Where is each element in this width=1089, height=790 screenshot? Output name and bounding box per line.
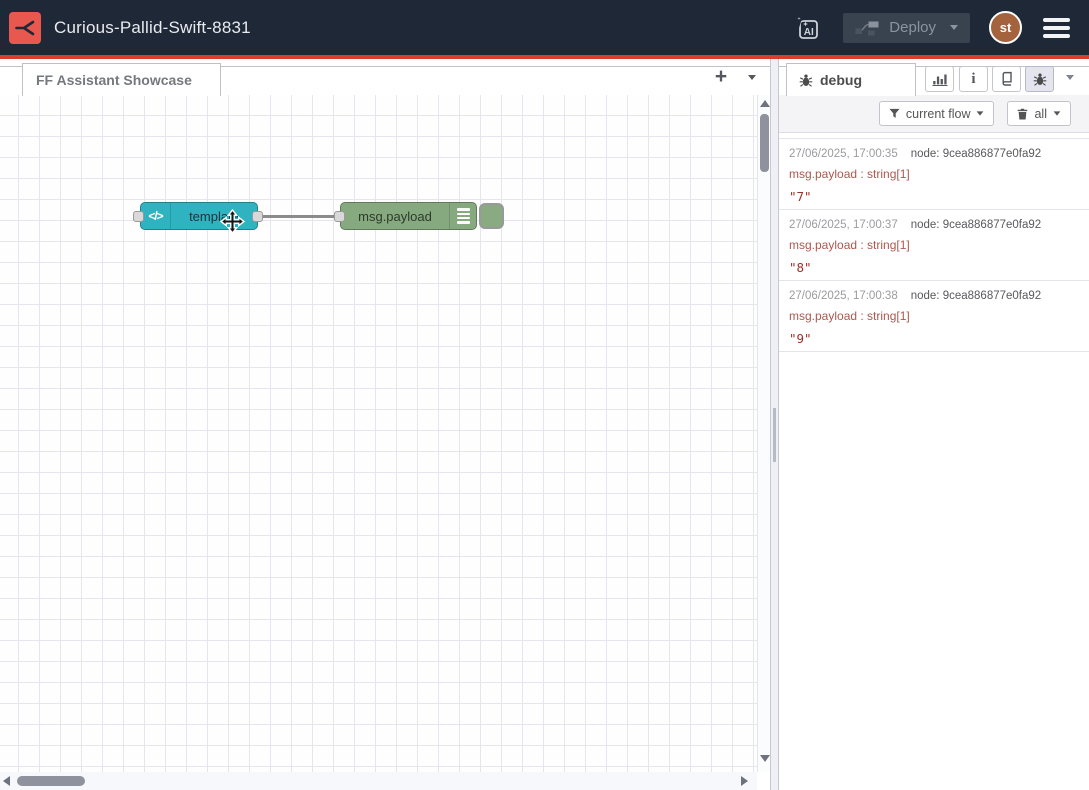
debug-toolbar: current flow all (779, 95, 1089, 133)
sidebar-button-debug[interactable] (1025, 66, 1054, 92)
message-payload-path[interactable]: msg.payload : string[1] (789, 167, 1079, 181)
debug-message: 27/06/2025, 17:00:37 node: 9cea886877e0fa… (779, 210, 1089, 281)
bar-chart-icon (932, 72, 948, 86)
message-node-id: node: 9cea886877e0fa92 (911, 148, 1041, 160)
sidebar: debug i current flow (779, 59, 1089, 790)
message-value: "7" (789, 189, 1079, 204)
template-code-icon: </> (141, 203, 171, 229)
deploy-options-caret[interactable] (950, 25, 958, 30)
debug-lines-icon (449, 203, 476, 229)
workspace-tab-strip: FF Assistant Showcase + (0, 59, 770, 95)
message-node-id: node: 9cea886877e0fa92 (911, 290, 1041, 302)
scroll-left-arrow[interactable] (3, 776, 10, 786)
clear-caret (1054, 111, 1061, 115)
node-debug[interactable]: msg.payload (340, 202, 477, 230)
funnel-icon (889, 108, 900, 119)
template-output-port[interactable] (252, 211, 263, 222)
debug-input-port[interactable] (334, 211, 345, 222)
instance-title: Curious-Pallid-Swift-8831 (54, 18, 251, 38)
hamburger-menu-icon (1043, 18, 1070, 22)
bug-icon (799, 73, 813, 88)
message-payload-path[interactable]: msg.payload : string[1] (789, 309, 1079, 323)
message-timestamp: 27/06/2025, 17:00:37 (789, 219, 898, 231)
deploy-pipeline-icon (855, 20, 879, 36)
canvas-vertical-scrollbar[interactable] (757, 95, 770, 772)
main-menu-button[interactable] (1041, 14, 1072, 42)
message-payload-path[interactable]: msg.payload : string[1] (789, 238, 1079, 252)
trash-icon (1017, 108, 1028, 120)
workspace-tab-label: FF Assistant Showcase (36, 72, 192, 88)
vertical-scroll-thumb[interactable] (760, 114, 769, 172)
debug-filter-label: current flow (906, 107, 971, 121)
deploy-label: Deploy (889, 19, 936, 36)
canvas-horizontal-scrollbar[interactable] (0, 772, 757, 790)
sidebar-tab-debug-label: debug (820, 72, 862, 88)
workspace-tab-list-caret[interactable] (748, 75, 756, 80)
node-debug-label: msg.payload (341, 203, 449, 229)
message-node-id: node: 9cea886877e0fa92 (911, 219, 1041, 231)
debug-message: 27/06/2025, 17:00:38 node: 9cea886877e0fa… (779, 281, 1089, 352)
debug-clear-button[interactable]: all (1007, 101, 1071, 126)
flowfuse-fork-icon (15, 18, 35, 38)
flow-canvas[interactable]: </> template msg.payload (0, 95, 757, 772)
sidebar-button-help[interactable] (992, 66, 1021, 92)
filter-caret (977, 111, 984, 115)
deploy-button[interactable]: Deploy (843, 13, 970, 43)
debug-enable-toggle[interactable] (479, 203, 504, 229)
template-input-port[interactable] (133, 211, 144, 222)
sidebar-button-dashboard[interactable] (925, 66, 954, 92)
ai-icon-label: AI (804, 27, 814, 38)
sidebar-tab-list-caret[interactable] (1066, 75, 1074, 80)
sidebar-button-info[interactable]: i (959, 66, 988, 92)
sidebar-splitter[interactable] (770, 59, 779, 790)
ai-sparkle-icon: AI (793, 12, 823, 44)
app-header: Curious-Pallid-Swift-8831 AI Deploy st (0, 0, 1089, 55)
debug-message: 27/06/2025, 17:00:35 node: 9cea886877e0fa… (779, 139, 1089, 210)
horizontal-scroll-thumb[interactable] (17, 776, 85, 786)
book-icon (999, 71, 1014, 87)
scroll-down-arrow[interactable] (760, 755, 770, 762)
workspace-tab-ff-assistant-showcase[interactable]: FF Assistant Showcase (22, 63, 221, 96)
scroll-up-arrow[interactable] (760, 100, 770, 107)
message-timestamp: 27/06/2025, 17:00:38 (789, 290, 898, 302)
debug-message-list: 27/06/2025, 17:00:35 node: 9cea886877e0fa… (779, 138, 1089, 352)
debug-filter-button[interactable]: current flow (879, 101, 995, 126)
node-template[interactable]: </> template (140, 202, 258, 230)
message-value: "8" (789, 260, 1079, 275)
debug-clear-label: all (1034, 107, 1047, 121)
info-icon: i (971, 71, 975, 88)
bug-icon (1033, 72, 1047, 87)
wire-template-to-debug[interactable] (258, 215, 345, 218)
message-value: "9" (789, 331, 1079, 346)
message-timestamp: 27/06/2025, 17:00:35 (789, 148, 898, 160)
add-flow-button[interactable]: + (709, 65, 733, 89)
ai-assistant-button[interactable]: AI (792, 11, 824, 45)
node-template-label: template (171, 203, 257, 229)
user-avatar[interactable]: st (989, 11, 1022, 44)
sidebar-tab-debug[interactable]: debug (786, 63, 916, 96)
splitter-drag-handle[interactable] (773, 408, 776, 462)
flowfuse-logo[interactable] (9, 12, 41, 44)
scroll-right-arrow[interactable] (741, 776, 748, 786)
